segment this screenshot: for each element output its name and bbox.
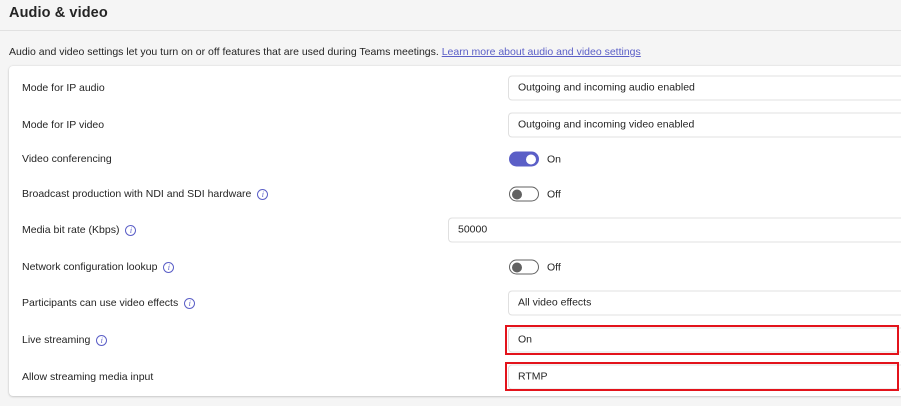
info-icon[interactable]: i (163, 261, 175, 273)
info-icon[interactable]: i (125, 224, 137, 236)
live-streaming-label: Live streaming (22, 334, 91, 346)
toggle-knob (526, 154, 536, 164)
setting-row-media-bit-rate: Media bit rate (Kbps) i 50000 (9, 212, 901, 248)
section-title: Audio & video (9, 5, 108, 21)
video-effects-dropdown[interactable]: All video effects (508, 290, 901, 316)
setting-row-ip-video: Mode for IP video Outgoing and incoming … (9, 107, 901, 143)
info-icon[interactable]: i (96, 334, 108, 346)
setting-row-network-config-lookup: Network configuration lookup i Off (9, 249, 901, 285)
ip-video-label: Mode for IP video (22, 119, 105, 131)
network-config-lookup-state: Off (547, 261, 561, 273)
setting-row-broadcast-production: Broadcast production with NDI and SDI ha… (9, 176, 901, 212)
ip-audio-dropdown[interactable]: Outgoing and incoming audio enabled (508, 75, 901, 101)
section-divider (0, 30, 901, 31)
video-conferencing-toggle[interactable] (509, 151, 539, 167)
network-config-lookup-label: Network configuration lookup (22, 261, 158, 273)
streaming-media-input-highlight (505, 362, 899, 391)
setting-row-ip-audio: Mode for IP audio Outgoing and incoming … (9, 70, 901, 106)
video-conferencing-state: On (547, 153, 562, 165)
section-description: Audio and video settings let you turn on… (9, 46, 439, 58)
video-conferencing-label: Video conferencing (22, 153, 112, 165)
streaming-media-input-label: Allow streaming media input (22, 371, 154, 383)
section-description-line: Audio and video settings let you turn on… (9, 46, 641, 58)
info-icon[interactable]: i (184, 297, 196, 309)
info-icon[interactable]: i (257, 188, 269, 200)
setting-row-video-conferencing: Video conferencing On (9, 141, 901, 177)
learn-more-link[interactable]: Learn more about audio and video setting… (442, 46, 641, 58)
toggle-knob (512, 262, 522, 272)
network-config-lookup-toggle[interactable] (509, 259, 539, 275)
media-bit-rate-label: Media bit rate (Kbps) (22, 224, 120, 236)
video-effects-label: Participants can use video effects (22, 297, 179, 309)
setting-row-video-effects: Participants can use video effects i All… (9, 285, 901, 321)
ip-video-dropdown[interactable]: Outgoing and incoming video enabled (508, 112, 901, 138)
broadcast-production-label: Broadcast production with NDI and SDI ha… (22, 188, 252, 200)
broadcast-production-toggle[interactable] (509, 186, 539, 202)
toggle-knob (512, 189, 522, 199)
ip-audio-label: Mode for IP audio (22, 82, 105, 94)
broadcast-production-state: Off (547, 188, 561, 200)
media-bit-rate-input[interactable]: 50000 (448, 217, 901, 243)
live-streaming-highlight (505, 325, 899, 355)
